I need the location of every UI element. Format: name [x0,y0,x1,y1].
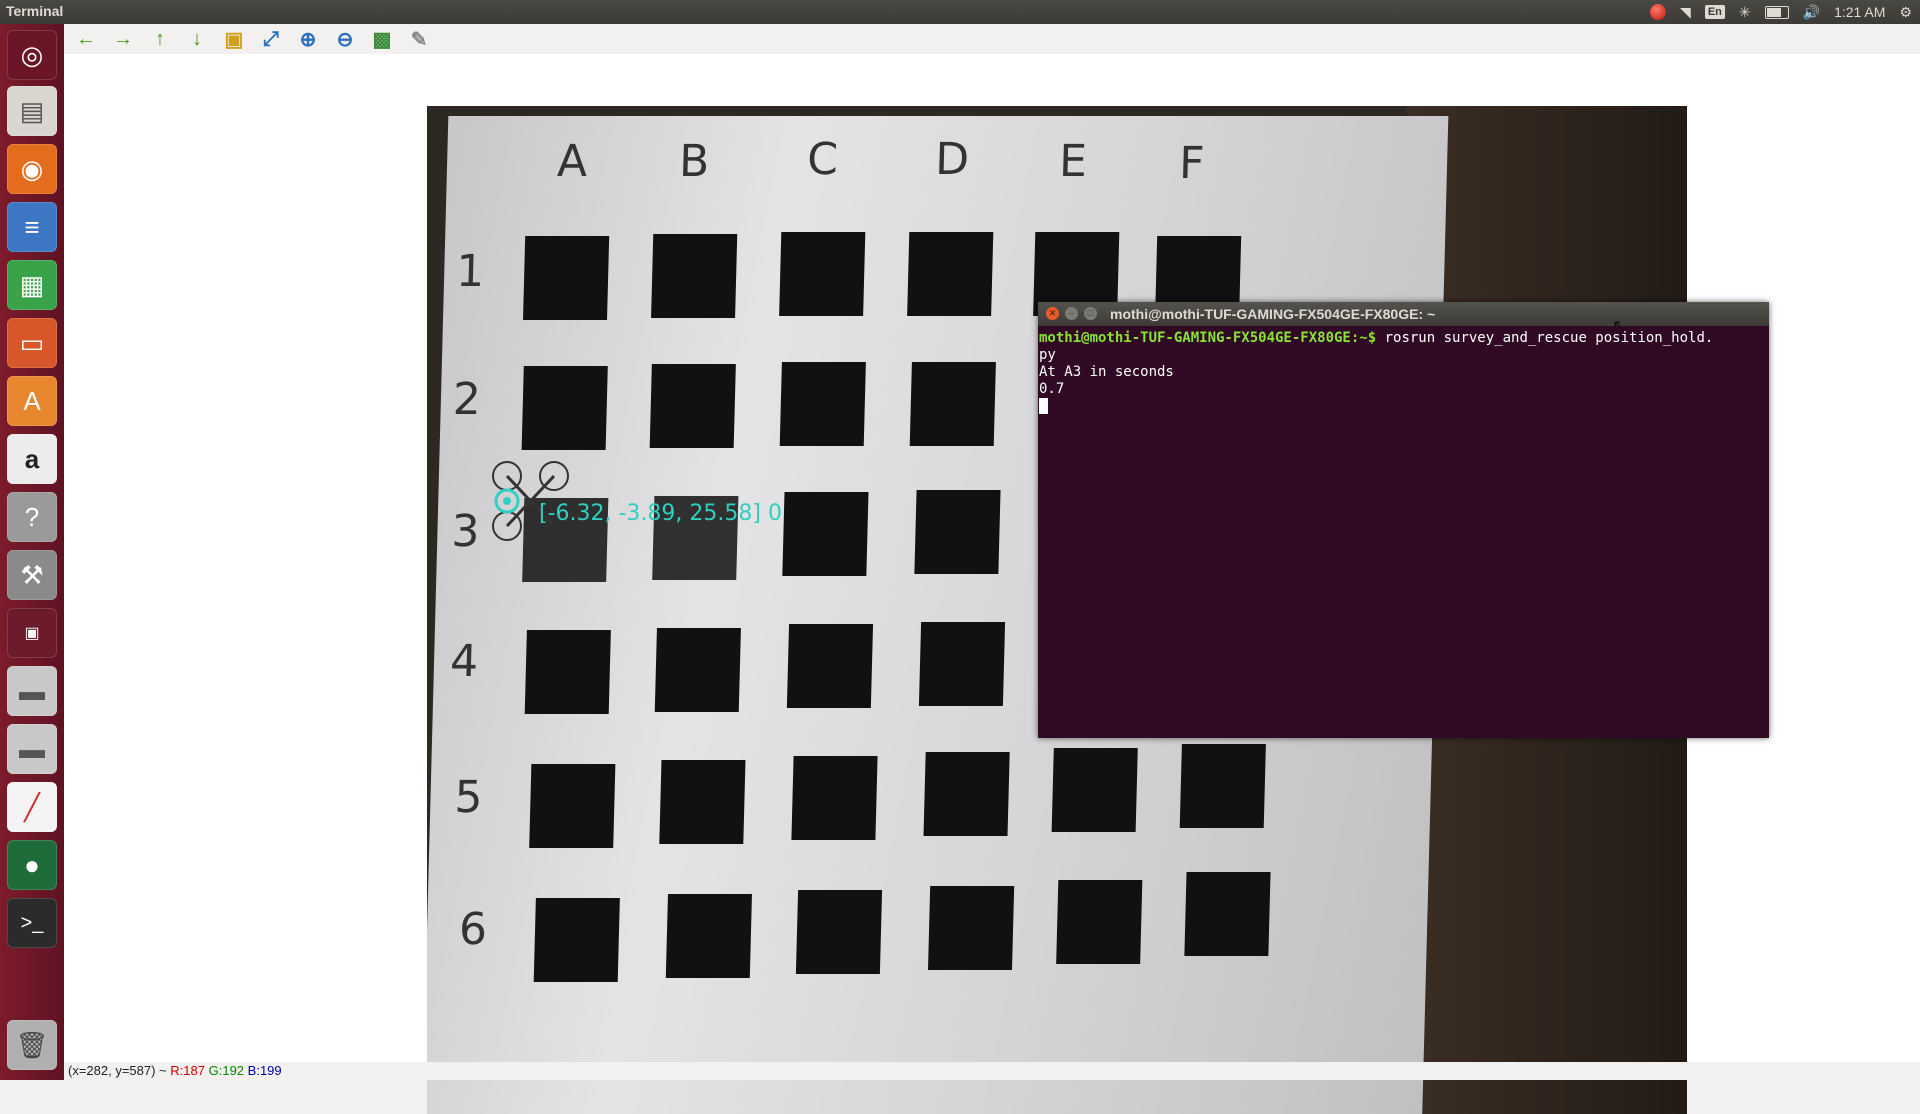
grid-square [533,898,620,982]
grid-square [523,236,610,320]
files-icon[interactable]: ▤ [7,86,57,136]
output-line: 0.7 [1039,381,1065,397]
grid-square [1184,872,1271,956]
output-line: At A3 in seconds [1039,364,1174,380]
back-arrow-icon[interactable]: ← [74,27,98,51]
grid-square [654,628,741,712]
grid-square [1056,880,1143,964]
pixel-status-bar: (x=282, y=587) ~ R:187 G:192 B:199 [64,1062,1920,1080]
impress-icon[interactable]: ▭ [7,318,57,368]
grid-square [795,890,883,974]
grid-square [786,624,874,708]
row-label: 1 [455,246,485,297]
red-value: R:187 [170,1063,205,1078]
column-label: E [1058,136,1088,187]
trash-icon[interactable]: 🗑 [7,1020,57,1070]
grid-square [649,364,736,448]
pose-overlay-text: [-6.32, -3.89, 25.58] 0 [539,501,782,526]
image-icon[interactable]: ▣ [222,27,246,51]
firefox-icon[interactable]: ◉ [7,144,57,194]
grid-square [1051,748,1138,832]
globe-icon[interactable]: ● [7,840,57,890]
zoom-fit-icon[interactable]: ⤢ [259,27,283,51]
amazon-icon[interactable]: a [7,434,57,484]
row-label: 4 [449,636,479,687]
software-center-icon[interactable]: A [7,376,57,426]
row-label: 6 [458,904,488,955]
ubuntu-dash-icon[interactable]: ◎ [7,30,57,80]
drive-icon[interactable]: ▬ [7,724,57,774]
column-label: F [1178,138,1206,189]
workspace-icon[interactable]: ▣ [7,608,57,658]
clock[interactable]: 1:21 AM [1834,4,1885,20]
grid-square [651,234,738,318]
command-text: rosrun survey_and_rescue position_hold. [1376,330,1714,346]
battery-icon[interactable] [1764,5,1789,19]
system-settings-icon[interactable]: ⚒ [7,550,57,600]
grid-square [779,232,866,316]
shell-prompt: mothi@mothi-TUF-GAMING-FX504GE-FX80GE:~$ [1039,330,1377,346]
drive-icon[interactable]: ▬ [7,666,57,716]
plot-icon[interactable]: ╱ [7,782,57,832]
column-label: D [934,134,970,185]
row-label: 3 [450,506,481,557]
grid-square [659,760,746,844]
grid-square [529,764,616,848]
grid-square [927,886,1015,970]
gear-icon[interactable]: ⚙ [1899,4,1912,21]
command-wrap-text: py [1039,347,1056,363]
maximize-icon[interactable]: □ [1084,307,1097,320]
image-viewer-toolbar: ← → ↑ ↓ ▣ ⤢ ⊕ ⊖ ▩ ✎ [64,24,1920,54]
grid-square [923,752,1010,836]
column-label: A [556,136,588,187]
help-icon[interactable]: ? [7,492,57,542]
keyboard-layout-indicator[interactable]: En [1704,5,1725,19]
brush-icon[interactable]: ✎ [407,27,431,51]
system-tray: ◥ En ✳ 🔊 1:21 AM ⚙ [1650,0,1912,24]
terminal-output[interactable]: mothi@mothi-TUF-GAMING-FX504GE-FX80GE:~$… [1038,326,1769,419]
terminal-titlebar[interactable]: ✕ – □ mothi@mothi-TUF-GAMING-FX504GE-FX8… [1038,302,1769,326]
top-panel: Terminal ◥ En ✳ 🔊 1:21 AM ⚙ [0,0,1920,24]
green-value: G:192 [208,1063,245,1078]
down-arrow-icon[interactable]: ↓ [185,27,209,51]
grid-square [524,630,611,714]
record-icon[interactable] [1650,4,1667,20]
zoom-out-icon[interactable]: ⊖ [333,27,357,51]
mouse-pointer-icon: ↖ [1612,316,1628,336]
launcher: ◎ ▤ ◉ ≡ ▦ ▭ A a ? ⚒ ▣ ▬ ▬ ╱ ● >_ 🗑 [0,24,64,1080]
terminal-icon[interactable]: >_ [7,898,57,948]
grid-square [521,366,608,450]
wifi-icon[interactable]: ◥ [1680,4,1691,21]
volume-icon[interactable]: 🔊 [1803,4,1820,21]
terminal-title: mothi@mothi-TUF-GAMING-FX504GE-FX80GE: ~ [1110,306,1436,322]
calc-icon[interactable]: ▦ [7,260,57,310]
pixel-coords: (x=282, y=587) ~ [68,1063,167,1078]
close-icon[interactable]: ✕ [1046,307,1059,320]
blue-value: B:199 [247,1063,282,1078]
grid-square [907,232,994,316]
grid-square [779,362,866,446]
up-arrow-icon[interactable]: ↑ [148,27,172,51]
row-label: 5 [453,772,484,823]
writer-icon[interactable]: ≡ [7,202,57,252]
terminal-window[interactable]: ✕ – □ mothi@mothi-TUF-GAMING-FX504GE-FX8… [1038,302,1769,738]
column-label: C [806,134,839,185]
grid-square [782,492,869,576]
save-icon[interactable]: ▩ [370,27,394,51]
grid-square [1179,744,1266,828]
grid-square [918,622,1006,706]
grid-square [665,894,752,978]
grid-square [791,756,878,840]
minimize-icon[interactable]: – [1065,307,1078,320]
zoom-in-icon[interactable]: ⊕ [296,27,320,51]
grid-square [909,362,996,446]
text-cursor [1039,398,1048,414]
row-label: 2 [452,374,482,425]
forward-arrow-icon[interactable]: → [111,27,135,51]
bluetooth-icon[interactable]: ✳ [1739,4,1751,21]
grid-square [914,490,1001,574]
window-title: Terminal [6,3,64,19]
column-label: B [678,136,711,187]
